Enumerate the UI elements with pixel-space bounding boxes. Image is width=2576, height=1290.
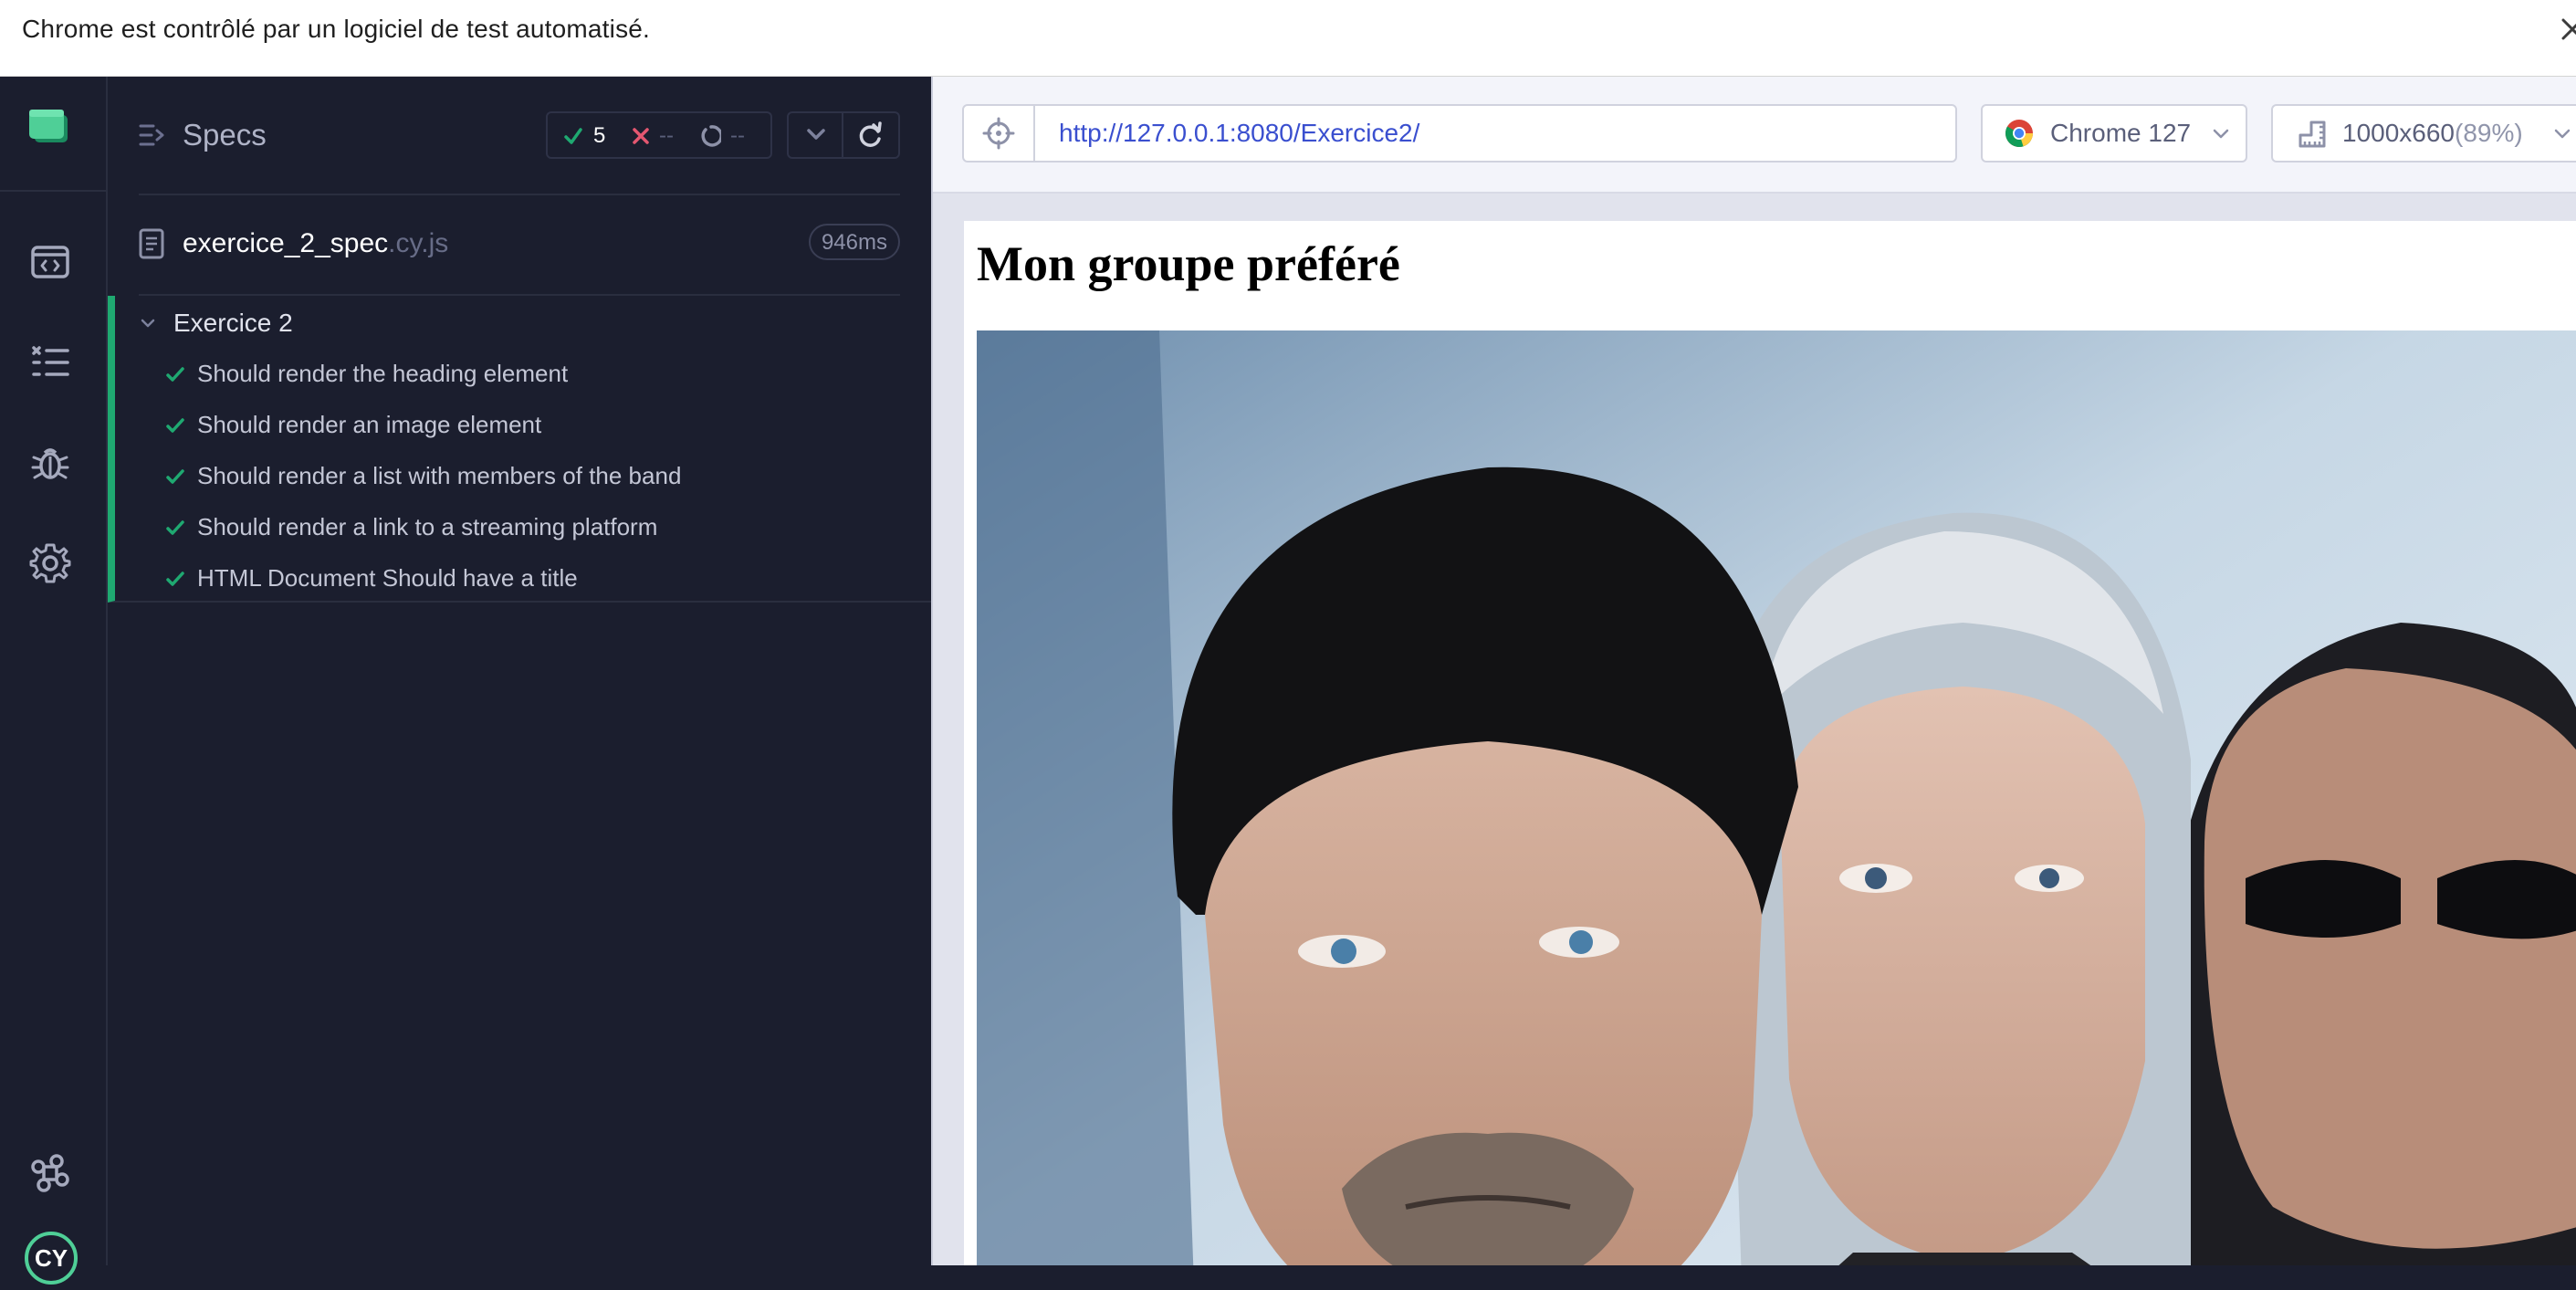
suite-title: Exercice 2 xyxy=(173,309,293,337)
test-row[interactable]: Should render the heading element xyxy=(115,349,931,400)
test-row[interactable]: Should render a link to a streaming plat… xyxy=(115,502,931,553)
spec-file-basename: exercice_2_spec xyxy=(183,228,389,258)
browser-selector[interactable]: Chrome 127 xyxy=(1981,104,2247,163)
check-icon xyxy=(166,365,184,383)
test-row[interactable]: Should render an image element xyxy=(115,400,931,451)
suite-block: Exercice 2 Should render the heading ele… xyxy=(108,296,931,603)
specs-panel: Specs 5 -- -- exercice_2_spec.cy.js 946m… xyxy=(108,77,931,1265)
aut-toolbar: http://127.0.0.1:8080/Exercice2/ Chrome … xyxy=(933,77,2576,194)
failed-icon xyxy=(632,122,650,150)
test-stats: 5 -- -- xyxy=(546,111,772,159)
specs-header: Specs 5 -- -- xyxy=(108,77,931,194)
spec-duration-badge: 946ms xyxy=(808,224,900,260)
automation-banner: Chrome est contrôlé par un logiciel de t… xyxy=(0,0,2576,77)
selector-playground-icon[interactable] xyxy=(964,106,1035,161)
chevron-down-icon xyxy=(2554,128,2571,145)
page-heading: Mon groupe préféré xyxy=(977,236,1400,291)
aut-page: Mon groupe préféré xyxy=(964,221,2576,1265)
test-title: Should render the heading element xyxy=(197,360,569,387)
specs-title: Specs xyxy=(183,118,267,152)
specs-nav-icon[interactable] xyxy=(27,239,73,285)
viewport-scale: (89%) xyxy=(2455,119,2523,147)
cypress-app-logo[interactable] xyxy=(0,77,106,192)
cypress-logo-text: CY xyxy=(35,1244,68,1272)
viewport-label: 1000x660(89%) xyxy=(2342,119,2523,148)
chrome-icon xyxy=(2005,119,2034,152)
file-icon xyxy=(139,228,164,259)
url-text: http://127.0.0.1:8080/Exercice2/ xyxy=(1059,119,1420,147)
check-icon xyxy=(166,519,184,537)
check-icon xyxy=(166,467,184,486)
chevron-down-icon xyxy=(2213,128,2229,145)
band-photo xyxy=(977,330,2576,1265)
browser-label: Chrome 127 xyxy=(2050,119,2192,147)
banner-text: Chrome est contrôlé par un logiciel de t… xyxy=(22,15,651,43)
passed-icon xyxy=(564,122,582,150)
suite-header[interactable]: Exercice 2 xyxy=(115,296,931,352)
test-title: Should render a list with members of the… xyxy=(197,462,682,489)
check-icon xyxy=(166,416,184,435)
runs-nav-icon[interactable] xyxy=(27,340,73,385)
chevron-down-icon xyxy=(141,318,155,329)
chevron-down-icon[interactable] xyxy=(789,113,843,157)
viewport-selector[interactable]: 1000x660(89%) xyxy=(2271,104,2576,163)
check-icon xyxy=(166,570,184,588)
specs-list-icon[interactable] xyxy=(139,122,168,148)
cypress-logo[interactable]: CY xyxy=(24,1231,79,1285)
ruler-icon xyxy=(2297,119,2328,154)
keyboard-shortcuts-icon[interactable] xyxy=(27,1150,73,1196)
viewport-size: 1000x660 xyxy=(2342,119,2456,147)
test-title: Should render an image element xyxy=(197,411,542,438)
failed-count: -- xyxy=(659,123,674,148)
url-bar[interactable]: http://127.0.0.1:8080/Exercice2/ xyxy=(962,104,1957,163)
app-under-test: http://127.0.0.1:8080/Exercice2/ Chrome … xyxy=(931,77,2576,1265)
pending-count: -- xyxy=(730,123,745,148)
pending-icon xyxy=(701,122,723,150)
spec-file-row[interactable]: exercice_2_spec.cy.js 946ms xyxy=(108,194,931,296)
rerun-icon[interactable] xyxy=(843,113,898,157)
spec-file-ext: .cy.js xyxy=(388,228,449,258)
test-title: Should render a link to a streaming plat… xyxy=(197,513,658,540)
side-nav-rail: CY xyxy=(0,77,108,1285)
test-row[interactable]: Should render a list with members of the… xyxy=(115,451,931,502)
passed-count: 5 xyxy=(593,123,606,148)
settings-nav-icon[interactable] xyxy=(27,540,73,586)
spec-file-name: exercice_2_spec.cy.js xyxy=(183,228,448,259)
test-row[interactable]: HTML Document Should have a title xyxy=(115,553,931,604)
debug-nav-icon[interactable] xyxy=(27,440,73,486)
test-title: HTML Document Should have a title xyxy=(197,564,578,592)
close-icon[interactable] xyxy=(2554,11,2576,47)
run-controls xyxy=(787,111,900,159)
